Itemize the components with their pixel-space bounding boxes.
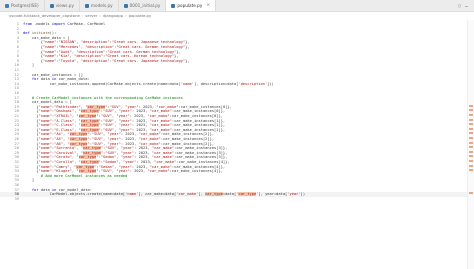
search-match-marker — [469, 150, 473, 153]
breadcrumb-segment[interactable]: djangoapp — [103, 13, 123, 18]
search-match-marker — [469, 104, 473, 107]
search-match-marker — [469, 137, 473, 139]
search-match-marker — [469, 123, 473, 126]
split-editor-icon[interactable]: ▯ — [458, 3, 461, 9]
search-match-marker — [469, 132, 473, 135]
search-match-marker — [469, 164, 473, 167]
search-match-marker — [469, 114, 473, 116]
more-actions-icon[interactable]: … — [465, 3, 468, 9]
search-match-marker — [469, 169, 473, 172]
breadcrumb-segment[interactable]: server — [85, 13, 97, 18]
editor-scrollbar[interactable] — [467, 20, 474, 269]
search-match-marker — [469, 141, 473, 144]
close-tab-icon[interactable]: × — [206, 3, 210, 8]
search-match-marker — [469, 192, 473, 195]
search-match-marker — [469, 155, 473, 158]
tab-label: 0001_initial.py — [129, 3, 161, 8]
python-file-icon — [49, 3, 54, 8]
python-file-icon — [123, 3, 128, 8]
breadcrumb: vscode-fullstack_developer_capstone › serv… — [0, 12, 474, 19]
breadcrumb-segment[interactable]: vscode-fullstack_developer_capstone — [9, 13, 80, 18]
tab-label: models.py — [90, 3, 113, 8]
tab-postgres-ise[interactable]: Postgres(ISE) — [0, 0, 45, 11]
search-match-marker — [469, 109, 473, 112]
tab-populate-py[interactable]: populate.py × — [166, 0, 217, 11]
line-number: 39 — [14, 196, 19, 201]
code-editor[interactable]: 1 from .models import CarMake, CarModel 2 3… — [0, 20, 474, 269]
search-match-marker — [469, 118, 473, 121]
search-match-marker — [469, 146, 473, 149]
tab-label: Postgres(ISE) — [11, 3, 39, 8]
search-match-marker — [469, 127, 473, 130]
tab-models-py[interactable]: models.py — [80, 0, 119, 11]
database-icon — [5, 3, 9, 8]
chevron-right-icon: › — [81, 13, 84, 18]
tab-views-py[interactable]: views.py — [45, 0, 80, 11]
chevron-right-icon: › — [125, 13, 127, 18]
search-match-marker — [469, 160, 473, 162]
python-file-icon — [171, 3, 176, 8]
tab-label: views.py — [55, 3, 74, 8]
chevron-right-icon: › — [99, 13, 101, 18]
breadcrumb-segment[interactable]: populate.py — [129, 13, 152, 18]
code-line[interactable]: 39 — [0, 197, 474, 202]
tab-0001-initial-py[interactable]: 0001_initial.py — [119, 0, 167, 11]
tab-label: populate.py — [177, 3, 203, 8]
python-file-icon — [84, 3, 89, 8]
editor-actions: ▯… — [458, 0, 474, 11]
editor-tab-bar: Postgres(ISE) views.py models.py 0001_initi… — [0, 0, 474, 12]
